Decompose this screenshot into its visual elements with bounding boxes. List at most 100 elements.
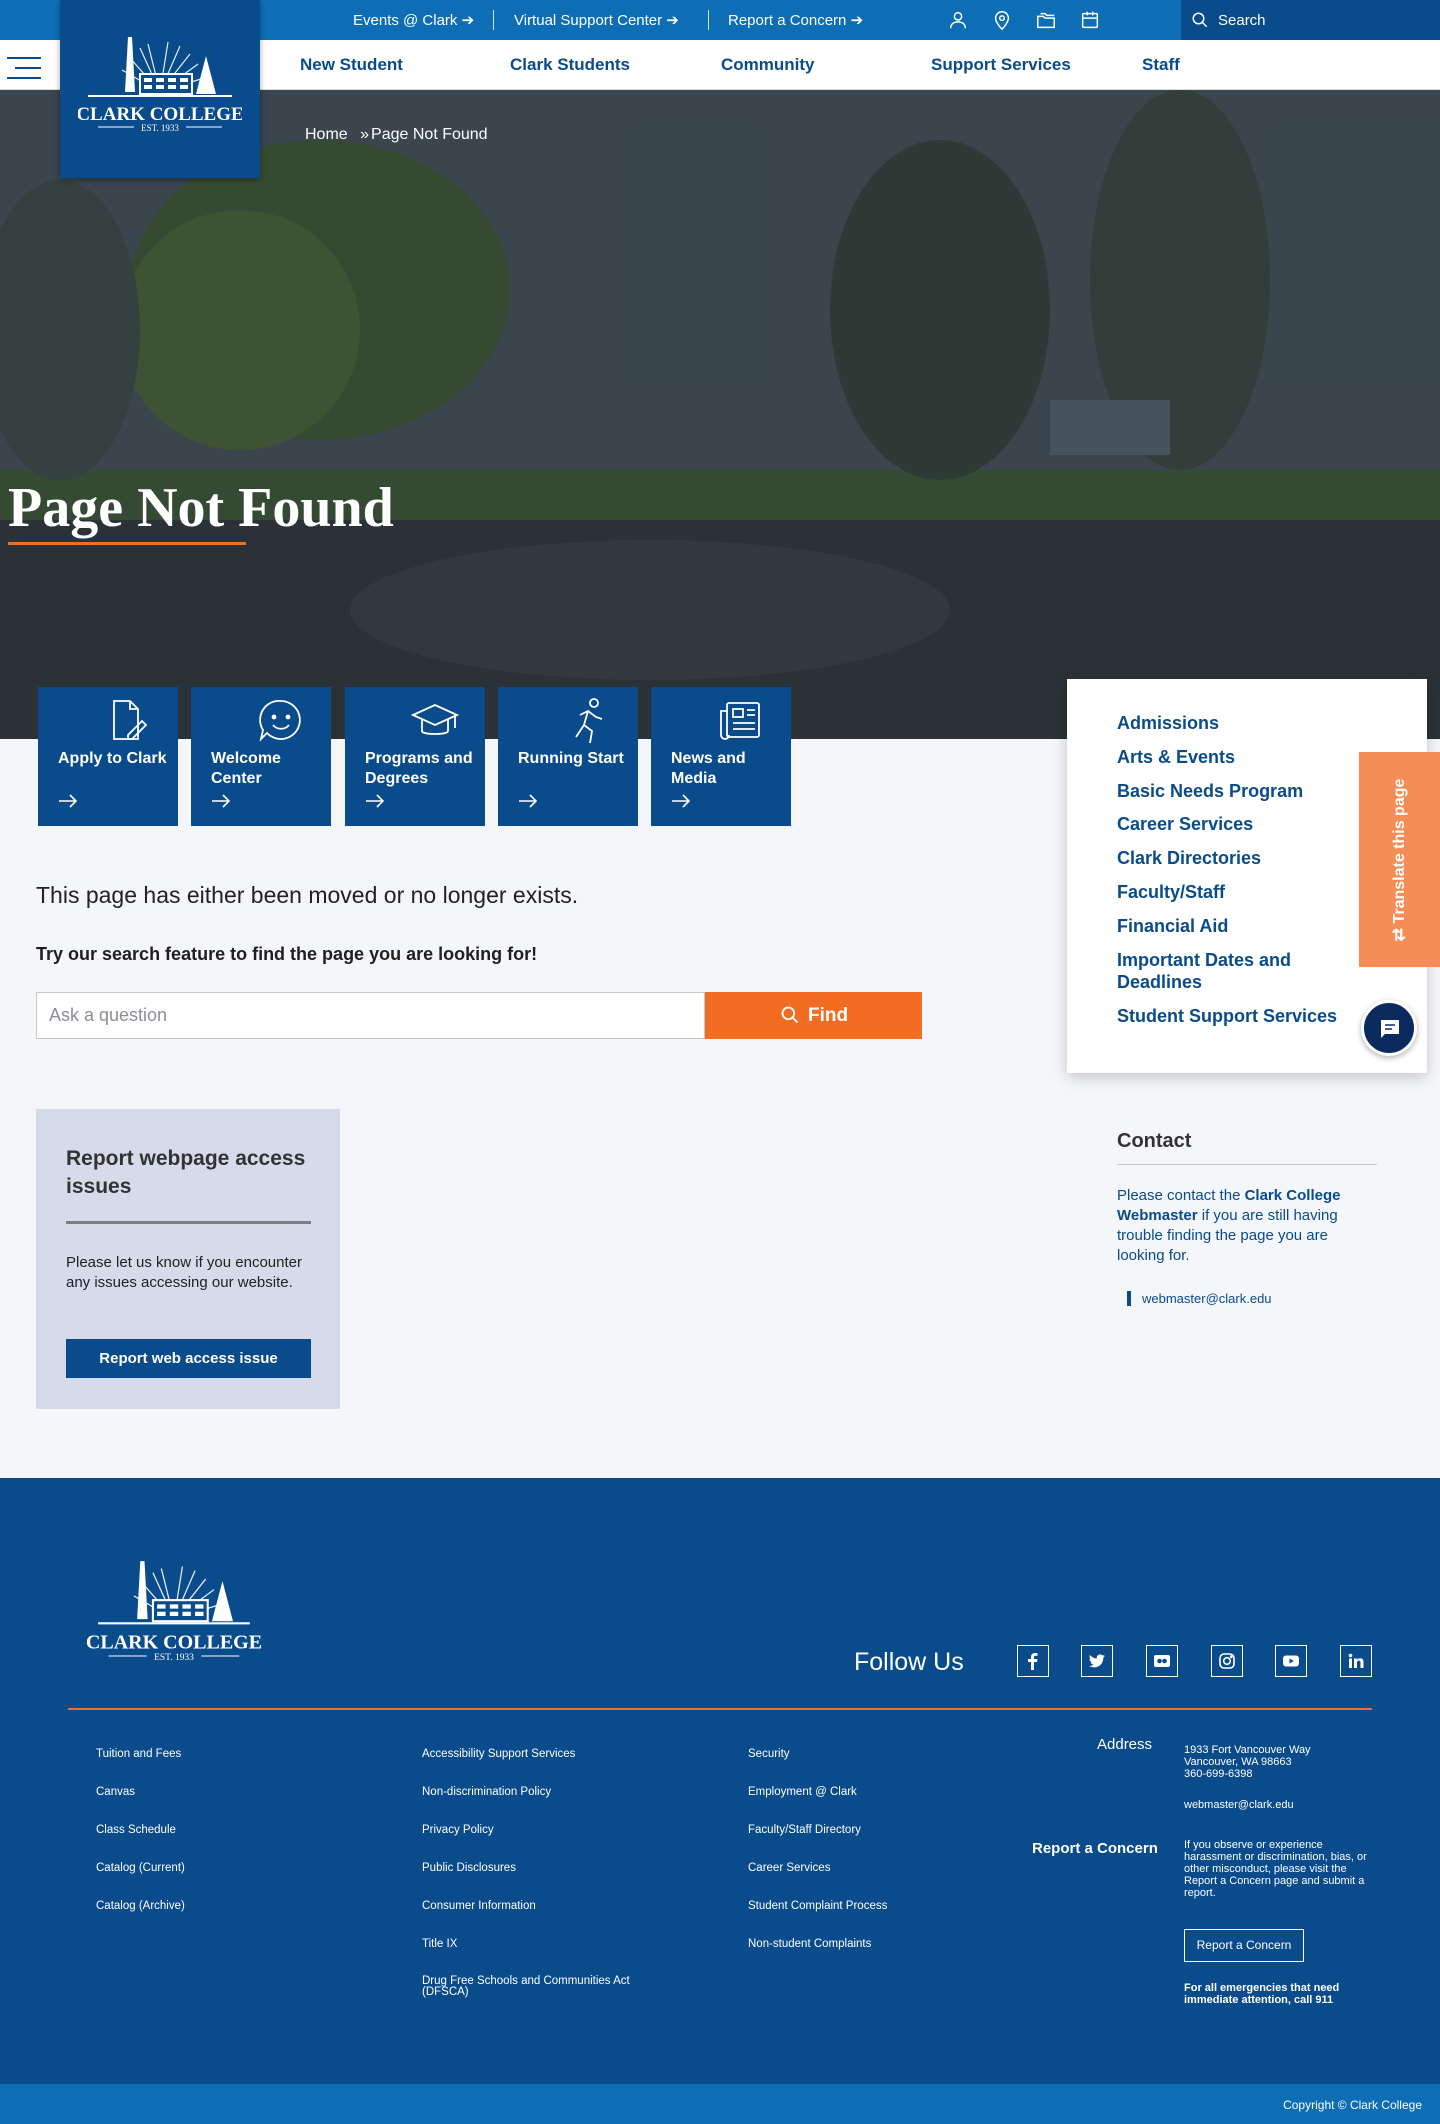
runner-icon <box>575 698 603 744</box>
nav-community[interactable]: Community <box>721 40 815 90</box>
sidebar-item-career-services[interactable]: Career Services <box>1117 813 1347 835</box>
footer-email-link[interactable]: webmaster@clark.edu <box>1184 1799 1369 1811</box>
title-underline <box>8 542 246 545</box>
calendar-icon[interactable] <box>1079 9 1101 31</box>
concern-text: If you observe or experience harassment … <box>1184 1839 1367 1899</box>
footer-link-career-services[interactable]: Career Services <box>748 1862 830 1874</box>
emergency-text: For all emergencies that need immediate … <box>1184 1982 1340 2006</box>
facebook-icon[interactable] <box>1017 1645 1049 1677</box>
tile-news-and-media[interactable]: News and Media <box>651 687 791 826</box>
nav-clark-students[interactable]: Clark Students <box>510 40 630 90</box>
question-search-input[interactable] <box>36 992 705 1039</box>
report-concern-label: Report a Concern <box>1032 1840 1158 1857</box>
site-footer: CLARK COLLEGE EST. 1933 Follow Us Tuitio… <box>0 1478 1440 2084</box>
menu-icon[interactable] <box>7 57 41 81</box>
footer-link-public-disclosures[interactable]: Public Disclosures <box>422 1862 516 1874</box>
divider <box>1117 1164 1377 1165</box>
translate-icon: ⇄ <box>1391 923 1408 942</box>
tile-running-start[interactable]: Running Start <box>498 687 638 826</box>
site-search <box>1181 0 1440 40</box>
report-concern-button[interactable]: Report a Concern <box>1184 1929 1304 1962</box>
address-line: Vancouver, WA 98663 <box>1184 1756 1292 1768</box>
graduation-cap-icon <box>411 704 459 735</box>
sidebar-item-admissions[interactable]: Admissions <box>1117 712 1347 734</box>
footer-link-privacy[interactable]: Privacy Policy <box>422 1824 494 1836</box>
footer-link-catalog-archive[interactable]: Catalog (Archive) <box>96 1900 185 1912</box>
location-pin-icon[interactable] <box>991 9 1013 31</box>
linkedin-icon[interactable] <box>1340 1645 1372 1677</box>
report-concern-link[interactable]: Report a Concern ➔ <box>728 0 863 40</box>
report-title: Report webpage access issues <box>66 1147 306 1198</box>
site-search-input[interactable] <box>1218 6 1428 34</box>
sidebar-item-financial-aid[interactable]: Financial Aid <box>1117 915 1347 937</box>
sidebar-item-student-support[interactable]: Student Support Services <box>1117 1005 1347 1027</box>
instagram-icon[interactable] <box>1211 1645 1243 1677</box>
footer-link-catalog-current[interactable]: Catalog (Current) <box>96 1862 185 1874</box>
chat-button[interactable] <box>1361 1000 1417 1056</box>
report-web-access-button[interactable]: Report web access issue <box>66 1339 311 1378</box>
report-access-box: Report webpage access issues Please let … <box>36 1109 340 1409</box>
footer-link-tuition[interactable]: Tuition and Fees <box>96 1748 181 1760</box>
copyright-bar: Copyright © Clark College <box>0 2084 1440 2124</box>
breadcrumb-current: Page Not Found <box>371 126 488 143</box>
translate-label: Translate this page <box>1391 778 1408 924</box>
footer-link-security[interactable]: Security <box>748 1748 790 1760</box>
tile-label: Programs and Degrees <box>365 750 473 787</box>
address-label: Address <box>1097 1736 1153 1753</box>
folders-icon[interactable] <box>1035 9 1057 31</box>
footer-link-nonstudent-complaints[interactable]: Non-student Complaints <box>748 1938 871 1950</box>
contact-email-link[interactable]: webmaster@clark.edu <box>1127 1291 1272 1306</box>
search-hint: Try our search feature to find the page … <box>36 944 538 964</box>
arrow-right-icon <box>519 794 538 808</box>
divider <box>708 10 709 30</box>
footer-link-nondiscrimination[interactable]: Non-discrimination Policy <box>422 1786 551 1798</box>
address-line: 1933 Fort Vancouver Way <box>1184 1744 1311 1756</box>
footer-link-complaint-process[interactable]: Student Complaint Process <box>748 1900 887 1912</box>
translate-page-button[interactable]: ⇄ Translate this page <box>1359 752 1440 967</box>
newspaper-icon <box>720 702 760 740</box>
divider <box>66 1221 311 1224</box>
footer-link-directory[interactable]: Faculty/Staff Directory <box>748 1824 861 1836</box>
twitter-icon[interactable] <box>1081 1645 1113 1677</box>
breadcrumb: Home » Page Not Found <box>305 126 494 144</box>
tile-programs-and-degrees[interactable]: Programs and Degrees <box>345 687 485 826</box>
footer-link-canvas[interactable]: Canvas <box>96 1786 135 1798</box>
user-icon[interactable] <box>947 9 969 31</box>
nav-new-student[interactable]: New Student <box>300 40 403 90</box>
breadcrumb-home[interactable]: Home <box>305 126 348 143</box>
contact-text: Please contact the Clark College Webmast… <box>1117 1186 1377 1266</box>
find-label: Find <box>808 1005 849 1026</box>
clark-college-logo[interactable]: CLARK COLLEGE EST. 1933 <box>60 0 260 178</box>
tile-welcome-center[interactable]: Welcome Center <box>191 687 331 826</box>
nav-staff[interactable]: Staff <box>1142 40 1180 90</box>
sidebar-item-important-dates[interactable]: Important Dates and Deadlines <box>1117 949 1347 993</box>
tile-label: Apply to Clark <box>58 750 167 767</box>
tile-apply-to-clark[interactable]: Apply to Clark <box>38 687 178 826</box>
footer-logo[interactable]: CLARK COLLEGE EST. 1933 <box>82 1558 266 1676</box>
tile-label: Running Start <box>518 750 624 767</box>
arrow-right-icon <box>366 794 385 808</box>
youtube-icon[interactable] <box>1275 1645 1307 1677</box>
footer-link-dfsca[interactable]: Drug Free Schools and Communities Act (D… <box>422 1975 652 1998</box>
events-link[interactable]: Events @ Clark ➔ <box>353 0 474 40</box>
report-concern-label: Report a Concern <box>728 12 847 29</box>
flickr-icon[interactable] <box>1146 1645 1178 1677</box>
sidebar-item-basic-needs[interactable]: Basic Needs Program <box>1117 780 1347 802</box>
divider <box>493 10 494 30</box>
sidebar-item-faculty-staff[interactable]: Faculty/Staff <box>1117 881 1347 903</box>
events-link-label: Events @ Clark <box>353 12 458 29</box>
footer-link-accessibility[interactable]: Accessibility Support Services <box>422 1748 575 1760</box>
footer-link-class-schedule[interactable]: Class Schedule <box>96 1824 176 1836</box>
contact-text-pre: Please contact the <box>1117 1187 1245 1204</box>
sidebar-item-clark-directories[interactable]: Clark Directories <box>1117 847 1347 869</box>
nav-support-services[interactable]: Support Services <box>931 40 1071 90</box>
footer-link-employment[interactable]: Employment @ Clark <box>748 1786 857 1798</box>
sidebar-item-arts-events[interactable]: Arts & Events <box>1117 746 1347 768</box>
virtual-support-link[interactable]: Virtual Support Center ➔ <box>514 0 679 40</box>
search-icon <box>781 1006 799 1024</box>
footer-link-consumer-info[interactable]: Consumer Information <box>422 1900 536 1912</box>
find-button[interactable]: Find <box>705 992 922 1039</box>
footer-link-title-ix[interactable]: Title IX <box>422 1938 457 1950</box>
copyright-text: Copyright © Clark College <box>1283 2098 1422 2112</box>
svg-text:EST. 1933: EST. 1933 <box>141 123 179 133</box>
